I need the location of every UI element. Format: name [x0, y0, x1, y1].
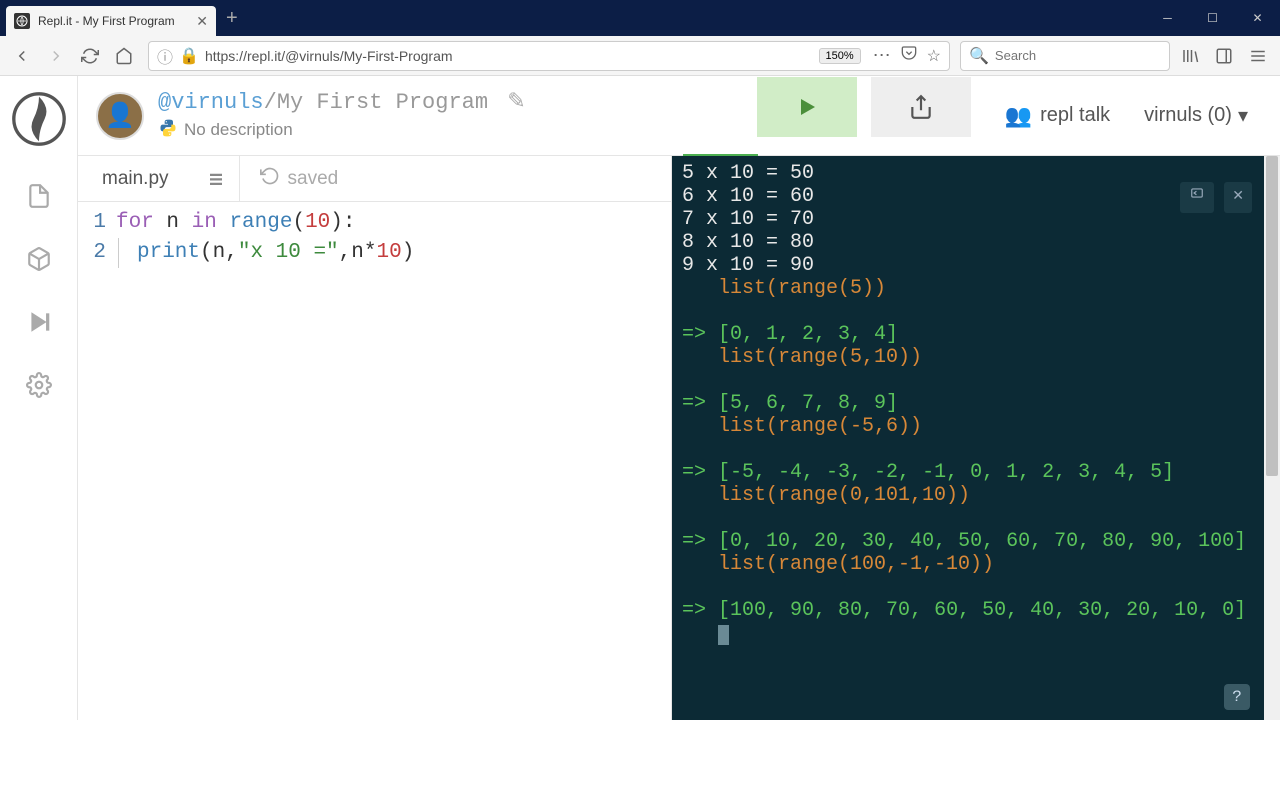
search-input[interactable]	[995, 48, 1161, 63]
chevron-down-icon: ▾	[1238, 103, 1248, 128]
new-tab-button[interactable]: +	[226, 7, 238, 30]
console-pane[interactable]: ✕ ? 5 x 10 = 506 x 10 = 607 x 10 = 708 x…	[672, 156, 1264, 720]
mouse-cursor: ➤	[901, 774, 922, 799]
window-controls: ─ ☐ ✕	[1145, 0, 1280, 36]
scroll-thumb[interactable]	[1266, 156, 1278, 476]
back-button[interactable]	[8, 42, 36, 70]
breadcrumb: @virnuls/My First Program ✎	[158, 89, 743, 115]
navbar: ⓘ 🔒 https://repl.it/@virnuls/My-First-Pr…	[0, 36, 1280, 76]
sidebar-toggle-icon[interactable]	[1210, 42, 1238, 70]
search-icon: 🔍	[969, 46, 989, 66]
maximize-button[interactable]: ☐	[1190, 0, 1235, 36]
help-button[interactable]: ?	[1224, 684, 1250, 710]
menu-button[interactable]	[1244, 42, 1272, 70]
close-button[interactable]: ✕	[1235, 0, 1280, 36]
share-button[interactable]	[871, 77, 971, 137]
search-box[interactable]: 🔍	[960, 41, 1170, 71]
project-name: My First Program	[277, 90, 488, 115]
repl-talk-link[interactable]: 👥 repl talk	[1005, 103, 1110, 129]
file-tab-main[interactable]: main.py	[78, 156, 193, 201]
people-icon: 👥	[1005, 103, 1032, 129]
file-tabs: main.py saved	[78, 156, 671, 202]
python-icon	[158, 118, 178, 143]
avatar[interactable]: 👤	[96, 92, 144, 140]
library-icon[interactable]	[1176, 42, 1204, 70]
file-list-icon[interactable]	[193, 156, 240, 201]
bookmark-icon[interactable]: ☆	[927, 46, 941, 66]
reload-button[interactable]	[76, 42, 104, 70]
history-icon	[260, 166, 280, 192]
minimize-button[interactable]: ─	[1145, 0, 1190, 36]
tab-close-icon[interactable]: ✕	[196, 13, 208, 30]
forward-button[interactable]	[42, 42, 70, 70]
zoom-badge[interactable]: 150%	[819, 48, 861, 64]
info-icon[interactable]: ⓘ	[157, 44, 173, 68]
code-editor[interactable]: 12 for n in range(10):print(n,"x 10 =",n…	[78, 202, 671, 720]
console-expand-button[interactable]	[1180, 182, 1214, 213]
tab-title: Repl.it - My First Program	[38, 14, 188, 28]
files-icon[interactable]	[25, 182, 53, 210]
replit-logo-icon[interactable]	[11, 91, 67, 147]
settings-icon[interactable]	[25, 371, 53, 399]
run-button[interactable]	[757, 77, 857, 137]
browser-tab[interactable]: Repl.it - My First Program ✕	[6, 6, 216, 36]
sidebar-left	[0, 76, 78, 720]
user-link[interactable]: @virnuls	[158, 90, 264, 115]
header: 👤 @virnuls/My First Program ✎ No descrip…	[78, 76, 1280, 156]
lock-icon: 🔒	[179, 46, 199, 66]
edit-icon[interactable]: ✎	[507, 90, 525, 115]
favicon-icon	[14, 13, 30, 29]
titlebar: Repl.it - My First Program ✕ + ─ ☐ ✕	[0, 0, 1280, 36]
debugger-icon[interactable]	[25, 308, 53, 336]
saved-indicator: saved	[240, 166, 339, 192]
url-bar[interactable]: ⓘ 🔒 https://repl.it/@virnuls/My-First-Pr…	[148, 41, 950, 71]
more-icon[interactable]: ⋯	[873, 45, 891, 66]
url-text: https://repl.it/@virnuls/My-First-Progra…	[205, 48, 813, 64]
scrollbar[interactable]	[1264, 156, 1280, 720]
packages-icon[interactable]	[25, 245, 53, 273]
description[interactable]: No description	[184, 120, 293, 140]
user-menu[interactable]: virnuls (0) ▾	[1144, 103, 1248, 128]
pocket-icon[interactable]	[901, 45, 917, 66]
home-button[interactable]	[110, 42, 138, 70]
editor-pane: main.py saved 12 for n in range(10):prin…	[78, 156, 672, 720]
console-clear-button[interactable]: ✕	[1224, 182, 1252, 213]
